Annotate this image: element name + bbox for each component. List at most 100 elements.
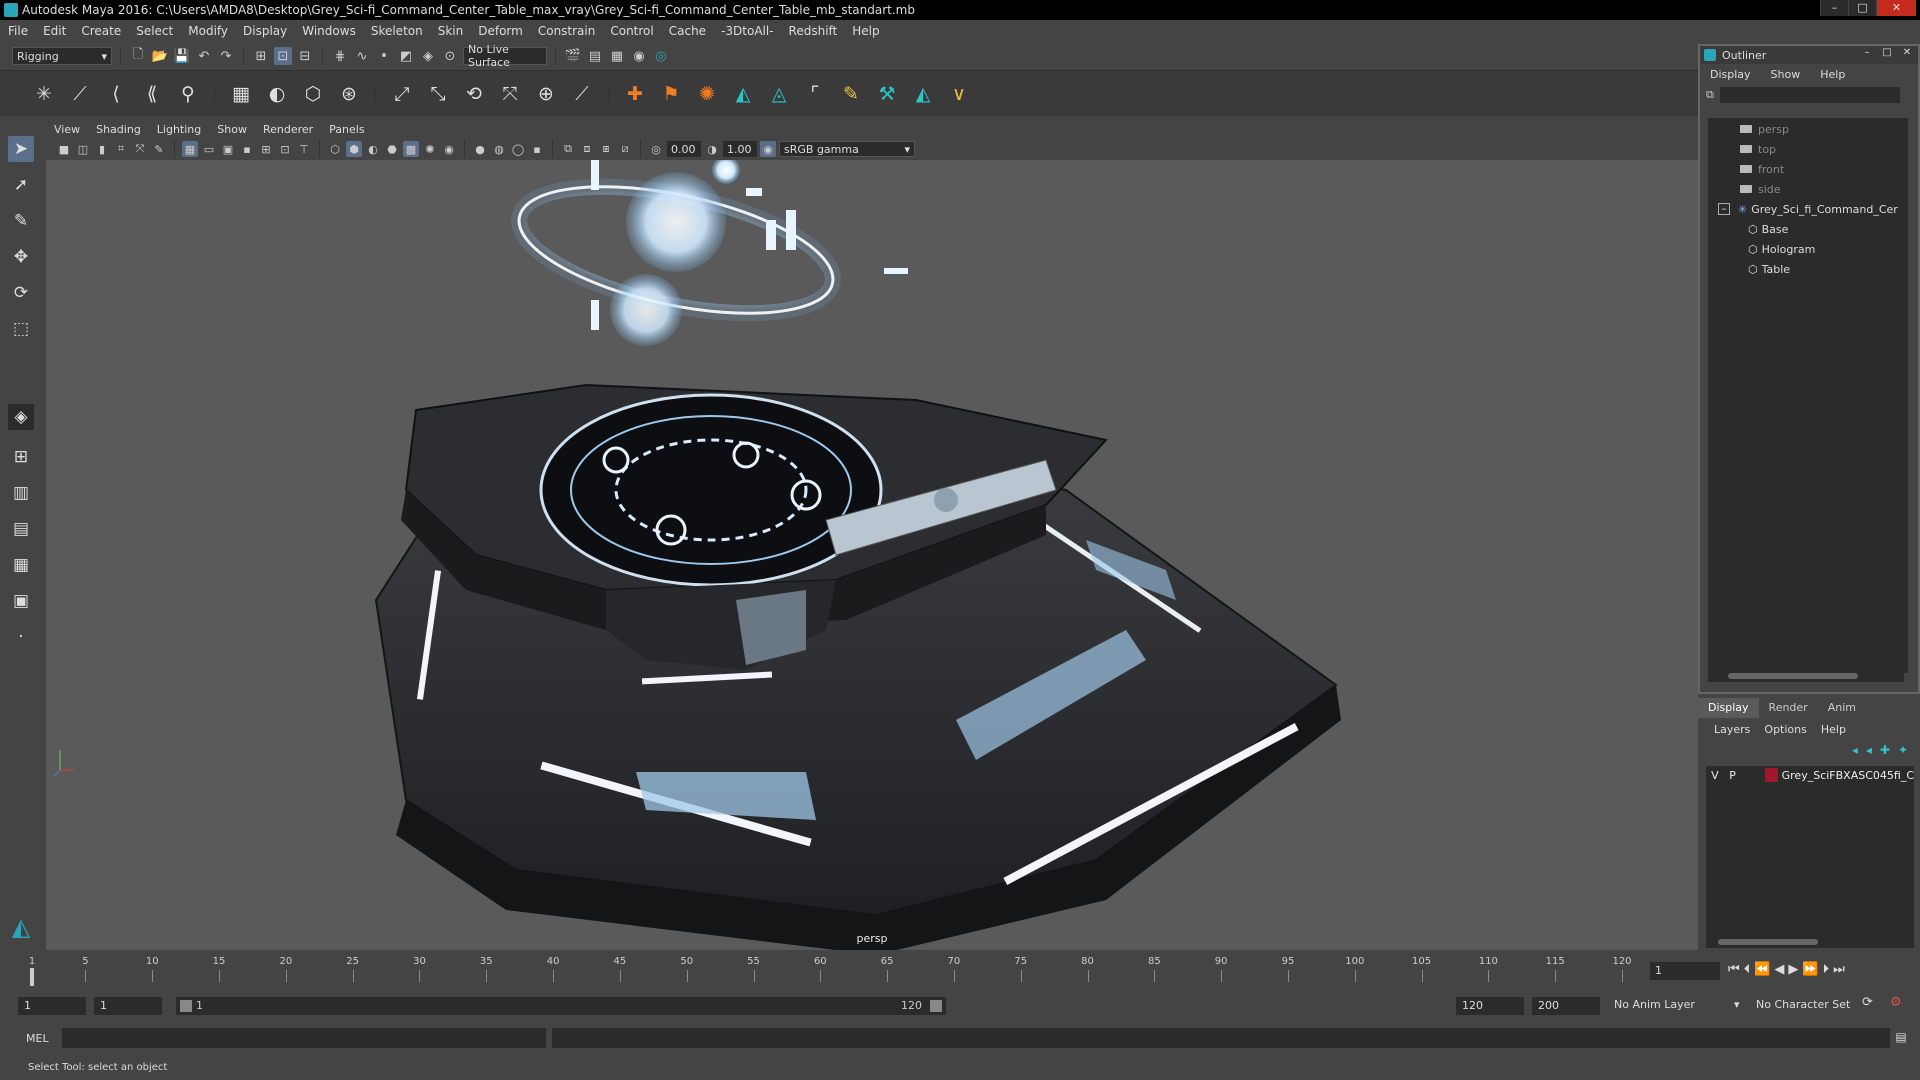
four-view-icon[interactable]: ⊞	[8, 444, 34, 470]
scale-constraint-icon[interactable]: ⤧	[496, 80, 524, 108]
curve-warp-icon[interactable]: ∨	[945, 80, 973, 108]
pole-vector-icon[interactable]: ⟋	[568, 80, 596, 108]
paint-skin-icon[interactable]: ✎	[837, 80, 865, 108]
undo-icon[interactable]: ↶	[195, 47, 213, 65]
tab-anim[interactable]: Anim	[1818, 698, 1866, 718]
play-forward-icon[interactable]: ▶	[1788, 962, 1798, 977]
animation-end-field[interactable]: 200	[1532, 997, 1600, 1015]
depth-of-field-icon[interactable]: ▪	[529, 141, 545, 157]
persp-outliner-icon[interactable]: ▥	[8, 480, 34, 506]
parent-constraint-icon[interactable]: ⟲	[460, 80, 488, 108]
xray-icon[interactable]: ⧈	[579, 141, 595, 157]
close-icon[interactable]: ✕	[1898, 47, 1916, 61]
tab-display[interactable]: Display	[1698, 698, 1759, 718]
render-frame-icon[interactable]: 🎬	[564, 47, 582, 65]
chevron-down-icon[interactable]: ▾	[1734, 998, 1740, 1011]
snap-pivot-icon[interactable]: ⊙	[441, 47, 459, 65]
bind-skin-icon[interactable]: ▦	[227, 80, 255, 108]
menu-skin[interactable]: Skin	[438, 24, 464, 38]
mirror-joint-icon[interactable]: ⚲	[174, 80, 202, 108]
more-layouts-icon[interactable]: ·	[8, 624, 34, 650]
point-constraint-icon[interactable]: ⤢	[388, 80, 416, 108]
auto-key-icon[interactable]: ⟳	[1862, 995, 1873, 1010]
new-layer-selected-icon[interactable]: ✦	[1898, 743, 1908, 757]
single-perspective-icon[interactable]: ◈	[8, 404, 34, 430]
aim-constraint-icon[interactable]: ⊕	[532, 80, 560, 108]
smooth-shade-icon[interactable]: ⬢	[346, 141, 362, 157]
hypershade-icon[interactable]: ◉	[630, 47, 648, 65]
scale-tool-icon[interactable]: ⬚	[8, 316, 34, 342]
layer-visibility-toggle[interactable]: V	[1706, 769, 1724, 782]
menu-skeleton[interactable]: Skeleton	[371, 24, 423, 38]
use-default-material-icon[interactable]: ◐	[365, 141, 381, 157]
outliner-item-hologram[interactable]: ⬡ Hologram	[1748, 240, 1815, 258]
cluster-icon[interactable]: ⊛	[335, 80, 363, 108]
range-start-handle[interactable]	[180, 1000, 192, 1012]
menu-3dtoall[interactable]: -3DtoAll-	[721, 24, 773, 38]
wireframe-on-shaded-icon[interactable]: ⬣	[384, 141, 400, 157]
menu-cache[interactable]: Cache	[669, 24, 706, 38]
paint-weights-icon[interactable]: ◐	[263, 80, 291, 108]
snap-curve-icon[interactable]: ∿	[353, 47, 371, 65]
outliner-item-top[interactable]: top	[1740, 140, 1776, 158]
viewport-menu-renderer[interactable]: Renderer	[263, 123, 313, 136]
outliner-search-input[interactable]	[1719, 87, 1900, 103]
select-camera-icon[interactable]: ■	[56, 141, 72, 157]
color-management-icon[interactable]: ◉	[760, 141, 776, 157]
time-ruler[interactable]: 1 5 10 15 20 25 30 35 40 45 50 55 60 65 70 75 80 85 90 95 10…	[28, 950, 1638, 990]
minimize-icon[interactable]: –	[1858, 47, 1876, 61]
outliner-item-table[interactable]: ⬡ Table	[1748, 260, 1790, 278]
outliner-item-persp[interactable]: persp	[1740, 120, 1789, 138]
save-scene-icon[interactable]: 💾	[173, 47, 191, 65]
range-end-handle[interactable]	[930, 1000, 942, 1012]
menu-redshift[interactable]: Redshift	[789, 24, 838, 38]
safe-title-icon[interactable]: ⊤	[296, 141, 312, 157]
animation-start-field[interactable]: 1	[18, 997, 86, 1015]
maximize-button[interactable]: □	[1848, 0, 1876, 16]
gate-mask-icon[interactable]: ▪	[239, 141, 255, 157]
outliner-item-group[interactable]: – ✳ Grey_Sci_fi_Command_Cer	[1718, 200, 1898, 218]
move-tool-icon[interactable]: ✥	[8, 244, 34, 270]
select-hierarchy-icon[interactable]: ⊞	[252, 47, 270, 65]
go-to-start-icon[interactable]: ⏮	[1728, 962, 1740, 977]
sculpt-icon[interactable]: ⚒	[873, 80, 901, 108]
exposure-field[interactable]: 0.00	[667, 141, 701, 157]
locator-icon[interactable]: ✚	[621, 80, 649, 108]
snap-grid-icon[interactable]: ⋕	[331, 47, 349, 65]
lasso-tool-icon[interactable]: ➚	[8, 172, 34, 198]
layers-menu-help[interactable]: Help	[1821, 723, 1846, 736]
lattice-icon[interactable]: ⬡	[299, 80, 327, 108]
persp-graph-icon[interactable]: ▤	[8, 516, 34, 542]
live-surface-field[interactable]: No Live Surface	[463, 43, 547, 69]
film-gate-icon[interactable]: ▭	[201, 141, 217, 157]
grid-icon[interactable]: ▦	[182, 141, 198, 157]
menu-select[interactable]: Select	[136, 24, 173, 38]
render-view-icon[interactable]: ◎	[652, 47, 670, 65]
safe-action-icon[interactable]: ⊡	[277, 141, 293, 157]
snap-view-icon[interactable]: ◩	[397, 47, 415, 65]
scrollbar-thumb[interactable]	[1728, 673, 1858, 679]
character-set-dropdown[interactable]: No Character Set	[1756, 998, 1850, 1011]
layers-menu-layers[interactable]: Layers	[1714, 723, 1750, 736]
xray-active-icon[interactable]: ⧆	[598, 141, 614, 157]
gamma-icon[interactable]: ◑	[704, 141, 720, 157]
motion-blur-icon[interactable]: ◍	[491, 141, 507, 157]
playback-end-field[interactable]: 120	[1456, 997, 1524, 1015]
move-layer-up-icon[interactable]: ◂	[1852, 743, 1858, 757]
screen-space-ao-icon[interactable]: ●	[472, 141, 488, 157]
snap-surface-icon[interactable]: ◈	[419, 47, 437, 65]
outliner-item-front[interactable]: front	[1740, 160, 1784, 178]
scrollbar-thumb[interactable]	[1718, 939, 1818, 945]
new-scene-icon[interactable]: 🗋	[129, 47, 147, 65]
camera-attributes-icon[interactable]: ◫	[75, 141, 91, 157]
outliner-layout-icon[interactable]: ▣	[8, 588, 34, 614]
filter-icon[interactable]: ⧉	[1706, 88, 1714, 102]
insert-joint-icon[interactable]: ⟪	[138, 80, 166, 108]
minimize-button[interactable]: –	[1820, 0, 1848, 16]
2d-pan-zoom-icon[interactable]: ⤧	[132, 141, 148, 157]
hik-icon[interactable]: ✺	[693, 80, 721, 108]
step-forward-key-icon[interactable]: ⏵	[1823, 962, 1830, 977]
xray-joints-icon[interactable]: ⧄	[617, 141, 633, 157]
ik-handle-icon[interactable]: ⟋	[66, 80, 94, 108]
menu-deform[interactable]: Deform	[478, 24, 523, 38]
